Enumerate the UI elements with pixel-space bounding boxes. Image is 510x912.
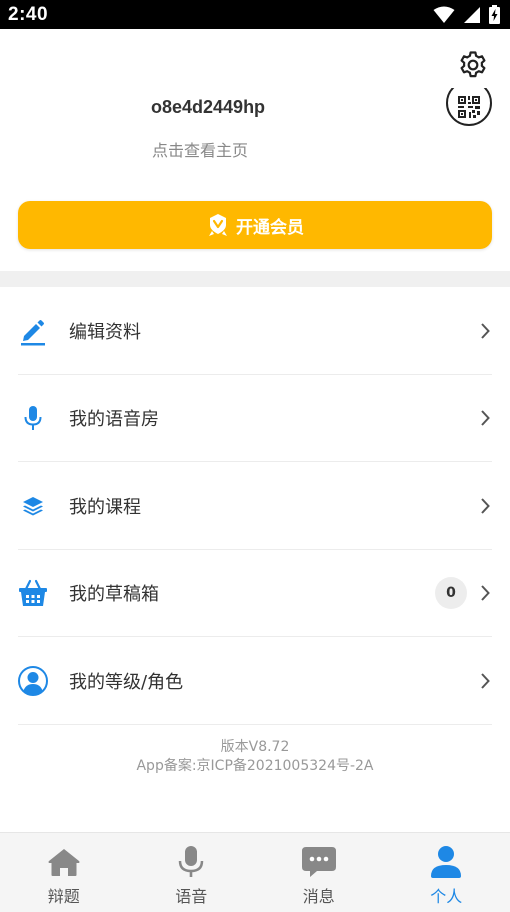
- layers-icon: [23, 496, 43, 516]
- menu-item-courses[interactable]: 我的课程: [0, 462, 510, 550]
- chevron-right-icon: [481, 323, 490, 339]
- section-divider: [0, 271, 510, 287]
- chat-icon: [301, 847, 336, 877]
- tab-label: 消息: [302, 887, 335, 906]
- basket-icon: [19, 580, 47, 607]
- menu-item-label: 我的草稿箱: [69, 584, 159, 606]
- tab-messages[interactable]: 消息: [255, 833, 383, 912]
- battery-charging-icon: [489, 5, 500, 24]
- view-profile-link[interactable]: 点击查看主页: [152, 137, 248, 161]
- menu-item-edit-profile[interactable]: 编辑资料: [0, 287, 510, 375]
- gear-icon: [460, 51, 486, 78]
- tab-topics[interactable]: 辩题: [0, 833, 128, 912]
- microphone-icon: [24, 406, 42, 431]
- home-icon: [48, 849, 80, 876]
- menu-item-label: 我的等级/角色: [69, 671, 184, 693]
- chevron-right-icon: [481, 410, 490, 426]
- version-info: 版本V8.72 App备案:京ICP备2021005324号-2A: [0, 738, 510, 776]
- menu-item-label: 我的课程: [69, 496, 141, 518]
- microphone-icon: [179, 846, 204, 877]
- status-time: 2:40: [8, 3, 49, 25]
- menu-item-label: 我的语音房: [69, 409, 159, 431]
- vip-subscribe-button[interactable]: 开通会员: [18, 201, 492, 249]
- person-icon: [431, 846, 462, 878]
- tab-label: 辩题: [47, 887, 80, 906]
- settings-button[interactable]: [456, 48, 490, 82]
- chevron-right-icon: [481, 498, 490, 514]
- user-circle-icon: [18, 665, 48, 696]
- tab-label: 个人: [430, 887, 463, 906]
- version-text: 版本V8.72: [220, 739, 290, 755]
- icp-text: App备案:京ICP备2021005324号-2A: [136, 758, 374, 774]
- username[interactable]: o8e4d2449hp: [151, 97, 265, 118]
- vip-button-label: 开通会员: [236, 217, 304, 238]
- qr-code-icon: [458, 96, 480, 118]
- profile-menu: 编辑资料 我的语音房 我的课程 我的草稿箱 0 我的等级/角色: [0, 287, 510, 725]
- status-icons: [433, 5, 500, 24]
- cellular-signal-icon: [464, 6, 480, 23]
- chevron-right-icon: [481, 585, 490, 601]
- pencil-icon: [21, 319, 45, 346]
- menu-item-label: 编辑资料: [69, 321, 141, 343]
- bottom-tab-bar: 辩题 语音 消息 个人: [0, 832, 510, 912]
- wifi-icon: [433, 6, 455, 23]
- menu-item-drafts[interactable]: 我的草稿箱 0: [0, 550, 510, 638]
- menu-item-level-role[interactable]: 我的等级/角色: [0, 637, 510, 725]
- vip-badge-icon: [209, 214, 227, 236]
- qr-code-button[interactable]: [446, 88, 492, 132]
- tab-label: 语音: [175, 887, 208, 906]
- tab-profile[interactable]: 个人: [383, 833, 510, 912]
- chevron-right-icon: [481, 673, 490, 689]
- draft-count-badge: 0: [435, 577, 467, 610]
- menu-item-voice-room[interactable]: 我的语音房: [0, 375, 510, 463]
- status-bar: 2:40: [0, 0, 510, 29]
- tab-voice[interactable]: 语音: [128, 833, 256, 912]
